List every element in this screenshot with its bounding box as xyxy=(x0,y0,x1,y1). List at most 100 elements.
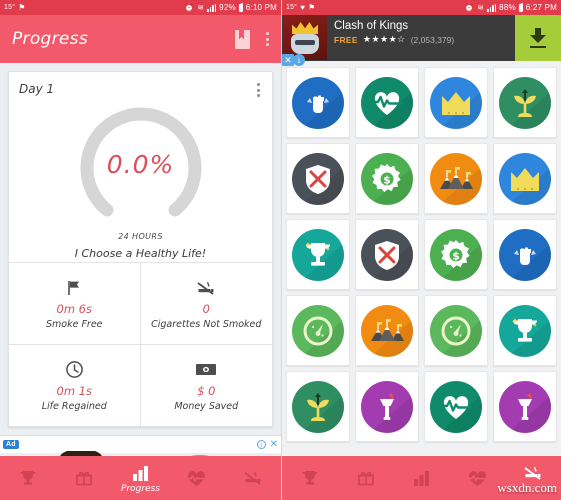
play-store-ad-banner[interactable]: Clash of Kings FREE ★★★★☆ (2,053,379) ✕ … xyxy=(282,15,561,66)
badge-tile[interactable]: $ xyxy=(355,143,419,214)
svg-text:$: $ xyxy=(452,249,460,262)
page-title: Progress xyxy=(12,29,88,49)
badge-tile[interactable] xyxy=(286,67,350,138)
badge-tile[interactable]: $ xyxy=(424,219,488,290)
badge-tile[interactable] xyxy=(493,67,557,138)
badge-tile[interactable] xyxy=(355,67,419,138)
nav-item-progress[interactable] xyxy=(394,456,450,500)
book-icon[interactable] xyxy=(235,29,250,49)
badge-tile[interactable] xyxy=(355,219,419,290)
stats-grid: 0m 6s Smoke Free 0 Cigarettes Not Smoked… xyxy=(9,262,272,426)
motto-text: I Choose a Healthy Life! xyxy=(74,247,207,260)
gear-dollar-icon: $ xyxy=(430,228,482,281)
gauge-percent-value: 0.0 xyxy=(106,150,150,179)
trophy-icon xyxy=(19,468,37,488)
badge-tile[interactable] xyxy=(424,67,488,138)
crown-icon xyxy=(430,76,482,129)
stat-value: 0m 1s xyxy=(56,383,92,398)
badge-tile[interactable] xyxy=(286,295,350,366)
stat-money-saved[interactable]: $ 0 Money Saved xyxy=(141,345,273,427)
info-icon[interactable]: i xyxy=(256,440,266,449)
nav-item-label: Progress xyxy=(121,483,160,494)
status-bar-right: 15° ♥ ⚑ ⏰ ≋ 88% 6:27 PM xyxy=(282,0,561,15)
heartbeat-icon xyxy=(187,468,207,488)
stat-value: 0 xyxy=(202,301,210,316)
badge-tile[interactable] xyxy=(355,371,419,442)
gift-icon xyxy=(357,468,375,488)
stat-life-regained[interactable]: 0m 1s Life Regained xyxy=(9,344,141,426)
badge-tile[interactable] xyxy=(424,371,488,442)
alarm-icon: ⏰ xyxy=(464,2,475,12)
clock-time: 6:10 PM xyxy=(245,3,277,12)
ad-app-name: Clash of Kings xyxy=(334,20,409,32)
battery-icon xyxy=(238,2,243,12)
left-screen: 15° ⚑ ⏰ ≋ 92% 6:10 PM Progress Day 1 0.0… xyxy=(0,0,281,500)
badge-tile[interactable] xyxy=(493,219,557,290)
trophy-icon xyxy=(292,228,344,281)
mountains-icon xyxy=(430,152,482,205)
gauge-icon xyxy=(292,304,344,357)
shield-x-icon xyxy=(292,152,344,205)
nav-item-trophy[interactable] xyxy=(282,456,338,500)
fist-icon xyxy=(499,228,551,281)
nav-item-distraction[interactable] xyxy=(225,456,281,500)
trophy-icon xyxy=(301,468,319,488)
badge-tile[interactable] xyxy=(493,371,557,442)
status-bar-left: 15° ⚑ ⏰ ≋ 92% 6:10 PM xyxy=(0,0,281,15)
ad-price: FREE xyxy=(334,34,358,45)
ad-text-group: Clash of Kings FREE ★★★★☆ (2,053,379) xyxy=(327,15,515,61)
stat-value: $ 0 xyxy=(197,383,216,398)
svg-text:$: $ xyxy=(383,173,391,186)
nav-item-progress[interactable]: Progress xyxy=(112,456,168,500)
nav-item-gift[interactable] xyxy=(56,456,112,500)
gauge-percent-symbol: % xyxy=(149,150,175,179)
wifi-icon: ≋ xyxy=(197,2,205,12)
info-icon[interactable]: i xyxy=(293,54,305,66)
shield-x-icon xyxy=(361,228,413,281)
ad-controls: i ✕ xyxy=(256,439,278,450)
clock-icon xyxy=(65,359,84,381)
heartbeat-icon xyxy=(430,380,482,433)
badge-tile[interactable] xyxy=(493,295,557,366)
stat-label: Life Regained xyxy=(41,400,107,412)
nav-item-trophy[interactable] xyxy=(0,456,56,500)
temperature-indicator: 15° xyxy=(286,4,298,11)
badge-tile[interactable] xyxy=(286,219,350,290)
badge-tile[interactable] xyxy=(286,143,350,214)
progress-content: Day 1 0.0% 24 HOURS I Choose a Healthy L… xyxy=(0,63,281,435)
torch-icon xyxy=(361,380,413,433)
ad-install-button[interactable] xyxy=(515,15,561,61)
stat-label: Smoke Free xyxy=(45,318,103,330)
no-smoking-icon xyxy=(243,468,263,488)
heartbeat-icon xyxy=(467,468,487,488)
card-overflow-menu-icon[interactable] xyxy=(257,83,260,97)
nav-item-health[interactable] xyxy=(169,456,225,500)
flag-icon: ⚑ xyxy=(18,2,26,12)
flag-icon: ⚑ xyxy=(308,2,316,12)
badge-tile[interactable] xyxy=(286,371,350,442)
stat-smoke-free[interactable]: 0m 6s Smoke Free xyxy=(9,263,141,345)
ad-strip[interactable]: Ad i ✕ xyxy=(0,435,281,465)
plant-icon xyxy=(499,76,551,129)
day-label: Day 1 xyxy=(19,82,55,96)
badge-tile[interactable] xyxy=(424,143,488,214)
badge-tile[interactable] xyxy=(355,295,419,366)
ad-badge: Ad xyxy=(3,440,19,449)
overflow-menu-icon[interactable] xyxy=(266,32,269,46)
gauge-value-group: 0.0% xyxy=(67,150,215,179)
badge-tile[interactable] xyxy=(424,295,488,366)
status-right-group: ⏰ ≋ 92% 6:10 PM xyxy=(184,2,277,12)
nav-item-gift[interactable] xyxy=(338,456,394,500)
close-icon[interactable]: ✕ xyxy=(270,439,278,450)
stat-cigarettes-not-smoked[interactable]: 0 Cigarettes Not Smoked xyxy=(140,263,272,345)
ad-rating-count: (2,053,379) xyxy=(410,34,455,45)
bar-chart-icon xyxy=(132,463,149,483)
mountains-icon xyxy=(361,304,413,357)
badge-tile[interactable] xyxy=(493,143,557,214)
signal-icon xyxy=(207,3,217,12)
app-bar: Progress xyxy=(0,15,281,63)
app-bar-actions xyxy=(235,29,269,49)
status-left-group: 15° ⚑ xyxy=(4,2,26,12)
gear-dollar-icon: $ xyxy=(361,152,413,205)
temperature-indicator: 15° xyxy=(4,4,16,11)
